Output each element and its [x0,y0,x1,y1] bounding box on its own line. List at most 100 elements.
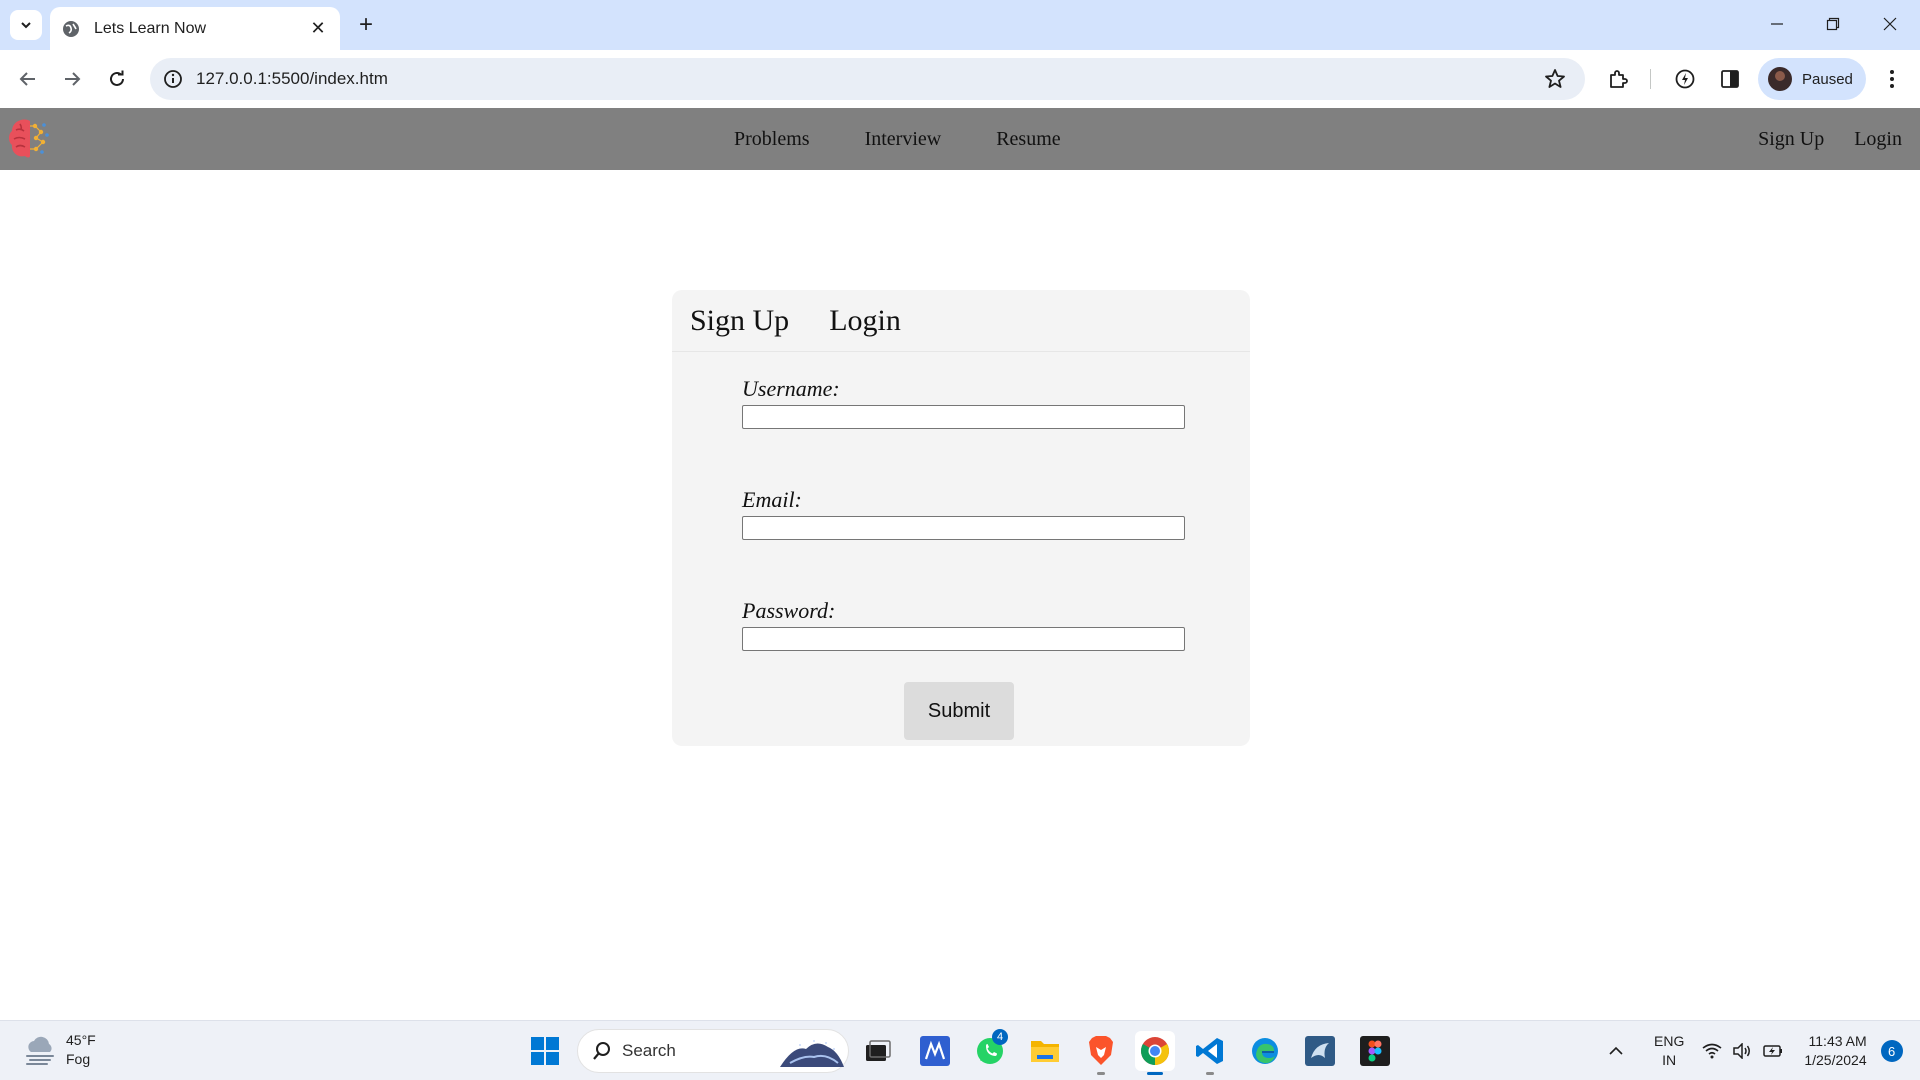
browser-menu-button[interactable] [1878,65,1906,93]
taskbar-app-edge[interactable] [1245,1031,1285,1071]
tab-sign-up[interactable]: Sign Up [690,304,789,338]
chevron-down-icon [21,22,31,29]
password-field-group: Password: [742,598,1186,651]
running-indicator-active [1147,1072,1163,1075]
lang-code: ENG [1654,1033,1685,1049]
clock-time: 11:43 AM [1808,1033,1867,1049]
password-input[interactable] [742,627,1185,651]
profile-status: Paused [1802,70,1853,88]
weather-desc: Fog [66,1051,91,1067]
speed-icon [1675,69,1695,89]
search-icon [593,1042,610,1060]
email-label: Email: [742,487,802,512]
figma-icon [1360,1036,1390,1066]
username-label: Username: [742,376,840,401]
reload-icon [110,70,124,86]
battery-charging-icon [1763,1045,1783,1057]
search-placeholder: Search [622,1041,676,1060]
back-button[interactable] [12,63,44,95]
wifi-icon [1702,1043,1722,1059]
submit-button[interactable]: Submit [904,682,1014,740]
brave-lion-icon [1089,1036,1113,1065]
side-panel-button[interactable] [1716,65,1744,93]
taskbar-app-whatsapp[interactable]: 4 [970,1029,1010,1071]
tab-login[interactable]: Login [829,304,901,338]
tab-close-icon[interactable]: ✕ [308,18,328,39]
browser-tab[interactable]: Lets Learn Now ✕ [50,7,340,50]
notification-badge[interactable]: 6 [1880,1040,1903,1062]
taskbar-app-file-explorer[interactable] [1025,1031,1065,1071]
task-view-button[interactable] [858,1031,898,1071]
minimize-button[interactable] [1757,8,1797,40]
forward-button[interactable] [56,63,88,95]
weather-temp: 45°F [66,1032,96,1048]
system-tray: ENG IN 11:43 AM 1/25/2024 6 [1604,1021,1903,1080]
restore-button[interactable] [1813,8,1853,40]
auth-tabs: Sign Up Login [672,290,1250,352]
vscode-icon [1196,1038,1223,1064]
clock-date: 1/25/2024 [1804,1052,1867,1068]
avatar [1768,67,1792,91]
nav-link-resume[interactable]: Resume [996,128,1060,151]
primary-nav: Problems Interview Resume [734,108,1116,170]
running-indicator [1206,1072,1214,1075]
toolbar-divider [1650,69,1651,89]
more-vert-icon [1890,70,1894,88]
input-language[interactable]: ENG IN [1654,1032,1684,1070]
globe-icon [63,20,79,37]
username-input[interactable] [742,405,1185,429]
info-icon[interactable] [162,68,184,90]
nav-link-sign-up[interactable]: Sign Up [1758,128,1824,151]
nav-link-interview[interactable]: Interview [865,128,942,151]
restore-icon [1826,17,1840,31]
whatsapp-badge: 4 [992,1029,1008,1045]
tab-title: Lets Learn Now [94,19,207,37]
windows-logo-icon [531,1037,559,1065]
tab-search-button[interactable] [10,10,42,40]
region-code: IN [1662,1052,1677,1068]
taskbar-app-brave[interactable] [1081,1031,1121,1075]
taskbar-search[interactable]: Search [577,1029,849,1073]
performance-button[interactable] [1671,65,1699,93]
taskbar-app-vscode[interactable] [1190,1031,1230,1075]
puzzle-icon [1610,70,1628,88]
clock[interactable]: 11:43 AM 1/25/2024 [1804,1032,1866,1070]
brain-logo-icon[interactable] [6,114,52,162]
arrow-right-icon [65,72,81,86]
side-panel-icon [1721,70,1739,88]
chrome-icon [1141,1037,1169,1065]
fog-cloud-icon [26,1036,54,1065]
volume-icon [1733,1043,1751,1059]
weather-widget[interactable]: 45°F Fog [22,1031,96,1069]
address-bar[interactable]: 127.0.0.1:5500/index.htm [150,58,1585,100]
url-text[interactable]: 127.0.0.1:5500/index.htm [196,69,1543,89]
reload-button[interactable] [101,63,133,95]
new-tab-button[interactable]: + [352,11,380,39]
browser-tabstrip: Lets Learn Now ✕ + [0,0,1920,50]
nav-link-problems[interactable]: Problems [734,128,810,151]
password-label: Password: [742,598,836,623]
taskbar-app-mysql-workbench[interactable] [1300,1031,1340,1071]
m-app-icon [920,1036,950,1066]
site-navbar: Problems Interview Resume Sign Up Login [0,108,1920,170]
show-hidden-icons-button[interactable] [1604,1046,1628,1056]
running-indicator [1097,1072,1105,1075]
dolphin-app-icon [1305,1036,1335,1066]
windows-taskbar: 45°F Fog Search 4 ENG IN 11:43 AM 1/25/2… [0,1020,1920,1080]
arrow-left-icon [19,72,35,86]
email-field-group: Email: [742,487,1186,540]
quick-settings[interactable] [1702,1043,1784,1059]
profile-button[interactable]: Paused [1758,58,1866,100]
start-button[interactable] [525,1031,565,1071]
nav-link-login[interactable]: Login [1854,128,1902,151]
taskbar-app-chrome[interactable] [1135,1031,1175,1075]
browser-toolbar: 127.0.0.1:5500/index.htm Paused [0,50,1920,108]
taskbar-app-m-tool[interactable] [915,1031,955,1071]
email-input[interactable] [742,516,1185,540]
close-window-button[interactable] [1870,8,1910,40]
edge-icon [1252,1038,1278,1064]
taskbar-app-figma[interactable] [1355,1031,1395,1071]
bookmark-star-icon[interactable] [1543,67,1567,91]
extensions-button[interactable] [1604,65,1632,93]
username-field-group: Username: [742,376,1186,429]
